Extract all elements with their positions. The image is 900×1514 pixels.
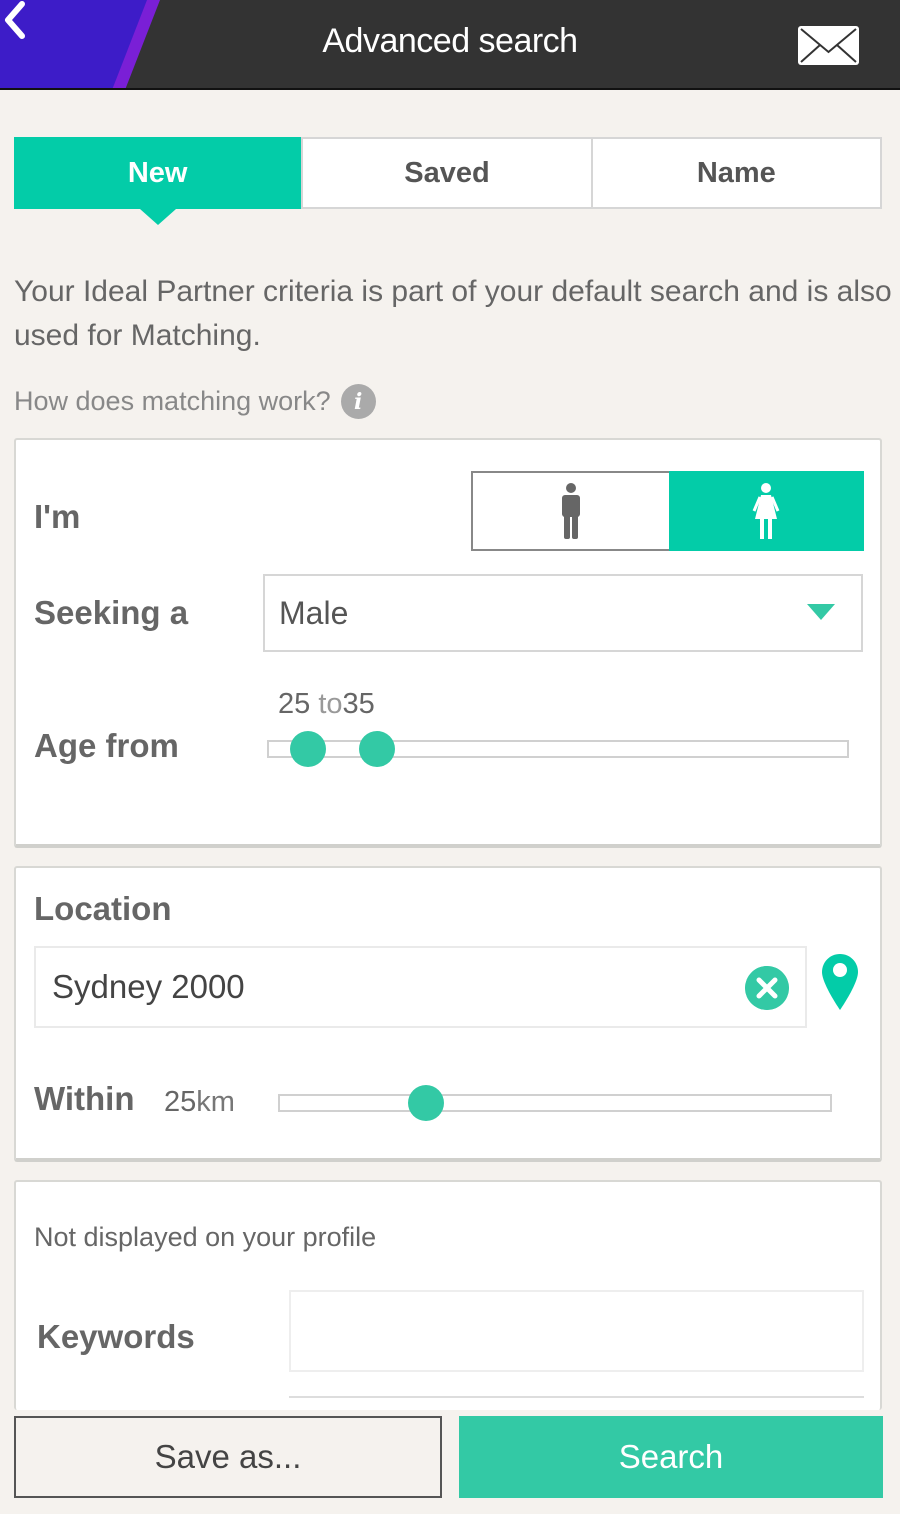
seeking-select[interactable]: Male [263, 574, 863, 652]
tab-new[interactable]: New [14, 137, 304, 225]
intro-text: Your Ideal Partner criteria is part of y… [14, 275, 892, 352]
tab-saved[interactable]: Saved [303, 139, 593, 207]
location-value: Sydney 2000 [52, 968, 245, 1005]
gender-option-male[interactable] [471, 471, 669, 551]
save-as-button[interactable]: Save as... [14, 1416, 442, 1498]
distance-thumb[interactable] [408, 1085, 444, 1121]
distance-slider[interactable] [278, 1085, 832, 1121]
search-button[interactable]: Search [459, 1416, 883, 1498]
within-unit: km [196, 1086, 235, 1118]
info-icon[interactable]: i [340, 384, 376, 419]
im-label: I'm [34, 498, 81, 535]
age-min-thumb[interactable] [290, 731, 326, 767]
within-value: 25 [164, 1086, 197, 1118]
location-label: Location [34, 890, 172, 927]
location-card: Location Sydney 2000 Within 25km [14, 866, 882, 1162]
keywords-input[interactable] [289, 1290, 864, 1372]
gender-toggle [471, 471, 864, 551]
age-range-readout: 25 to35 [278, 688, 375, 721]
age-range-slider[interactable] [267, 731, 849, 767]
next-field-input[interactable] [289, 1396, 864, 1416]
how-matching-works-link[interactable]: How does matching work? i [14, 384, 376, 419]
male-icon [561, 483, 580, 539]
keywords-label: Keywords [37, 1318, 195, 1355]
age-to-value: 35 [342, 688, 375, 720]
age-from-label: Age from [34, 727, 179, 764]
search-tabs: New Saved Name [14, 137, 882, 225]
within-readout: 25km [164, 1086, 235, 1119]
seeking-value: Male [279, 594, 349, 631]
how-matching-works-label: How does matching work? [14, 386, 331, 416]
gender-option-female[interactable] [668, 471, 864, 551]
private-criteria-card: Not displayed on your profile Keywords [14, 1180, 882, 1410]
tab-name[interactable]: Name [593, 139, 880, 207]
within-label: Within [34, 1080, 135, 1117]
age-to-word: to [318, 688, 343, 720]
location-input[interactable]: Sydney 2000 [34, 946, 807, 1028]
seeking-label: Seeking a [34, 594, 189, 631]
page-title: Advanced search [322, 22, 578, 60]
envelope-icon[interactable] [798, 26, 859, 65]
criteria-card: I'm Seeking a Male 25 to35 Age from [14, 438, 882, 848]
top-bar: Advanced search [0, 0, 900, 90]
age-from-value: 25 [278, 688, 311, 720]
female-icon [752, 483, 780, 539]
location-pin-icon[interactable] [822, 954, 858, 1010]
caret-down-icon [807, 604, 835, 620]
age-max-thumb[interactable] [359, 731, 395, 767]
clear-icon[interactable] [745, 966, 789, 1010]
not-displayed-note: Not displayed on your profile [34, 1222, 377, 1252]
